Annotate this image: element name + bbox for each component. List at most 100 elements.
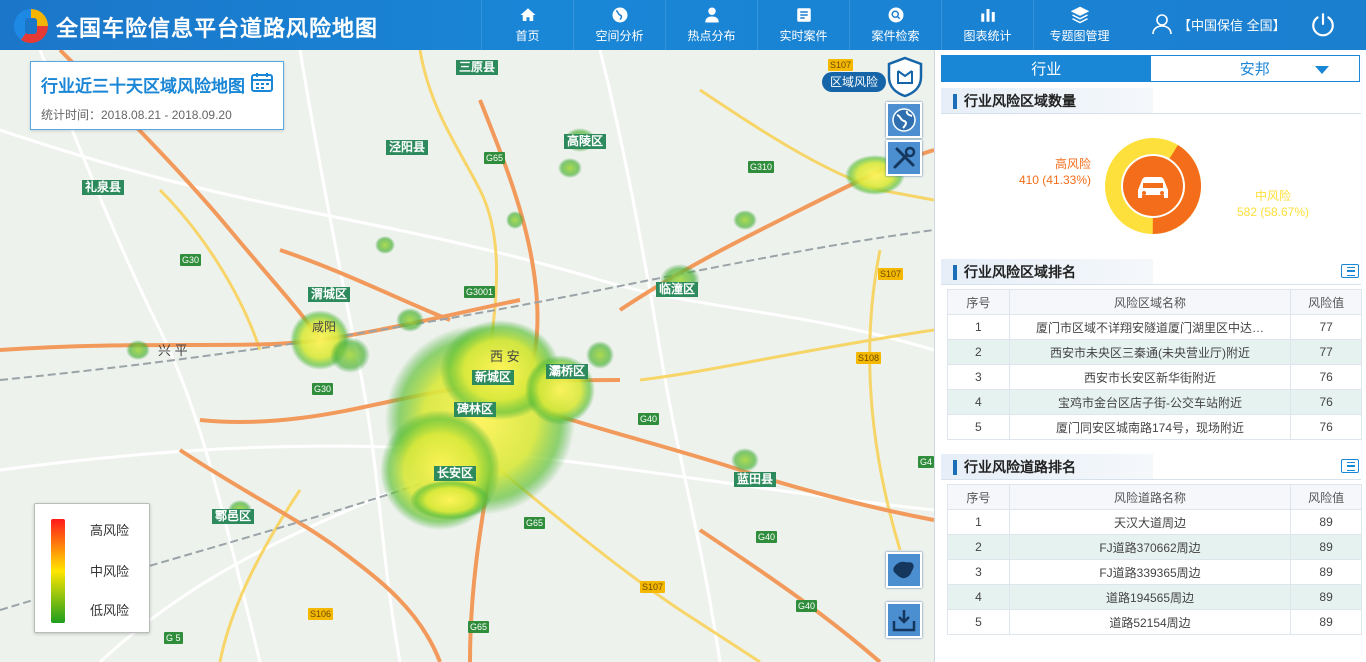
road-shield: G40: [638, 413, 660, 425]
nav-home[interactable]: 首页: [481, 0, 573, 50]
label-xincheng: 新城区: [472, 370, 515, 385]
col-header: 风险区域名称: [1008, 289, 1292, 315]
nav-spatial-analysis[interactable]: 空间分析: [573, 0, 665, 50]
label-sanyuan: 三原县: [456, 60, 499, 75]
col-header: 序号: [947, 484, 1010, 510]
globe-icon: [892, 108, 916, 132]
list-icon[interactable]: [1341, 264, 1359, 278]
bar-chart-icon: [980, 9, 995, 22]
legend-color-bar: [51, 519, 65, 623]
search-icon: [888, 7, 903, 23]
label-lantian: 蓝田县: [734, 472, 777, 487]
legend-high: 高风险: [90, 523, 130, 538]
label-gaoling: 高陵区: [564, 134, 607, 149]
map-title-card: 行业近三十天区域风险地图 统计时间：2018.08.21 - 2018.09.2…: [30, 61, 284, 130]
road-shield: G3001: [464, 286, 496, 298]
area-rank-table: 序号 风险区域名称 风险值 1 厦门市区域不详翔安隧道厦门湖里区中达… 77 2 西安…: [947, 289, 1362, 440]
region-risk-tag[interactable]: 区域风险: [822, 72, 887, 92]
stats-panel: 行业 安邦 行业风险区域数量 高风险 410 (41.33%) 中风险 582 …: [934, 50, 1366, 662]
list-icon[interactable]: [1341, 459, 1359, 473]
risk-donut-chart: [1105, 138, 1201, 234]
user-icon: [1152, 14, 1172, 35]
label-jingyang: 泾阳县: [386, 140, 429, 155]
nav-realtime-cases[interactable]: 实时案件: [757, 0, 849, 50]
label-liquan: 礼泉县: [82, 180, 125, 195]
location-pin-icon: [704, 7, 719, 23]
table-row[interactable]: 4 道路194565周边 89: [947, 584, 1362, 610]
tab-company-select[interactable]: 安邦: [1151, 56, 1360, 81]
document-icon: [796, 8, 811, 22]
label-baqiao: 灞桥区: [546, 364, 589, 379]
col-header: 风险道路名称: [1008, 484, 1292, 510]
road-shield: S107: [828, 59, 854, 71]
section-risk-count: 行业风险区域数量: [941, 88, 1153, 114]
download-tray-icon: [892, 610, 916, 632]
table-row[interactable]: 3 西安市长安区新华街附近 76: [947, 364, 1362, 390]
road-shield: S107: [640, 581, 666, 593]
label-xingping: 兴 平: [158, 343, 188, 358]
road-rank-table: 序号 风险道路名称 风险值 1 天汉大道周边 89 2 FJ道路370662周边 89 …: [947, 484, 1362, 635]
table-row[interactable]: 5 道路52154周边 89: [947, 609, 1362, 635]
china-map-button[interactable]: [886, 552, 922, 588]
table-row[interactable]: 5 厦门同安区城南路174号，现场附近 76: [947, 414, 1362, 440]
tab-industry[interactable]: 行业: [942, 56, 1151, 81]
road-shield: S107: [878, 268, 904, 280]
donut-label-mid: 中风险 582 (58.67%): [1236, 189, 1310, 219]
user-org: 【中国保信 全国】: [1178, 17, 1286, 33]
app-title: 全国车险信息平台道路风险地图: [56, 16, 379, 41]
section-area-rank: 行业风险区域排名: [941, 259, 1153, 285]
label-xian: 西 安: [490, 349, 520, 364]
donut-label-high: 高风险 410 (41.33%): [1018, 157, 1091, 187]
table-row[interactable]: 2 FJ道路370662周边 89: [947, 534, 1362, 560]
risk-map[interactable]: 三原县 泾阳县 高陵区 礼泉县 渭城区 咸阳 兴 平 西 安 新城区 灞桥区 碑…: [0, 50, 934, 662]
home-icon: [520, 8, 535, 21]
globe-tool-button[interactable]: [886, 102, 922, 138]
export-button[interactable]: [886, 602, 922, 638]
road-shield: G4: [918, 456, 934, 468]
road-shield: G30: [312, 383, 334, 395]
nav-chart-stats[interactable]: 图表统计: [941, 0, 1033, 50]
chevron-down-icon: [1315, 66, 1329, 74]
table-row[interactable]: 3 FJ道路339365周边 89: [947, 559, 1362, 585]
car-accident-icon: [1138, 177, 1168, 198]
road-shield: S108: [856, 352, 882, 364]
calendar-icon[interactable]: [251, 72, 273, 92]
map-date-range: 统计时间：2018.08.21 - 2018.09.20: [41, 108, 232, 122]
road-shield: S106: [308, 608, 334, 620]
road-shield: G 5: [164, 632, 183, 644]
table-row[interactable]: 2 西安市未央区三秦通(未央营业厅)附近 77: [947, 339, 1362, 365]
legend-mid: 中风险: [90, 564, 130, 579]
road-shield: G65: [524, 517, 546, 529]
table-row[interactable]: 1 天汉大道周边 89: [947, 509, 1362, 535]
col-header: 序号: [947, 289, 1010, 315]
nav-case-search[interactable]: 案件检索: [849, 0, 941, 50]
wrench-screwdriver-icon: [893, 146, 916, 169]
label-weicheng: 渭城区: [308, 287, 351, 302]
app-logo: [14, 9, 48, 43]
col-header: 风险值: [1290, 484, 1362, 510]
nav-hotspot[interactable]: 热点分布: [665, 0, 757, 50]
table-row[interactable]: 4 宝鸡市金台区店子街-公交车站附近 76: [947, 389, 1362, 415]
power-icon[interactable]: [1310, 12, 1336, 38]
region-risk-shield-icon[interactable]: [886, 56, 924, 98]
user-account[interactable]: 【中国保信 全国】: [1150, 12, 1286, 36]
china-map-icon: [893, 561, 914, 579]
label-changan: 长安区: [434, 466, 477, 481]
label-xianyang: 咸阳: [312, 320, 337, 334]
main-nav: 首页 空间分析 热点分布 实时案件 案件检索 图表统计 专题图管理: [481, 0, 1125, 50]
layers-icon: [1070, 6, 1089, 24]
legend-low: 低风险: [90, 603, 130, 618]
label-huyi: 鄠邑区: [212, 509, 255, 524]
top-header: 全国车险信息平台道路风险地图 首页 空间分析 热点分布 实时案件 案件检索 图表…: [0, 0, 1366, 50]
table-row[interactable]: 1 厦门市区域不详翔安隧道厦门湖里区中达… 77: [947, 314, 1362, 340]
road-shield: G310: [748, 161, 775, 173]
label-lintong: 临潼区: [656, 282, 699, 297]
col-header: 风险值: [1290, 289, 1362, 315]
risk-legend: 高风险 中风险 低风险: [34, 503, 150, 633]
tools-button[interactable]: [886, 140, 922, 176]
road-shield: G65: [484, 152, 506, 164]
road-shield: G40: [756, 531, 778, 543]
nav-thematic-maps[interactable]: 专题图管理: [1033, 0, 1125, 50]
map-title: 行业近三十天区域风险地图: [41, 77, 245, 96]
road-shield: G30: [180, 254, 202, 266]
